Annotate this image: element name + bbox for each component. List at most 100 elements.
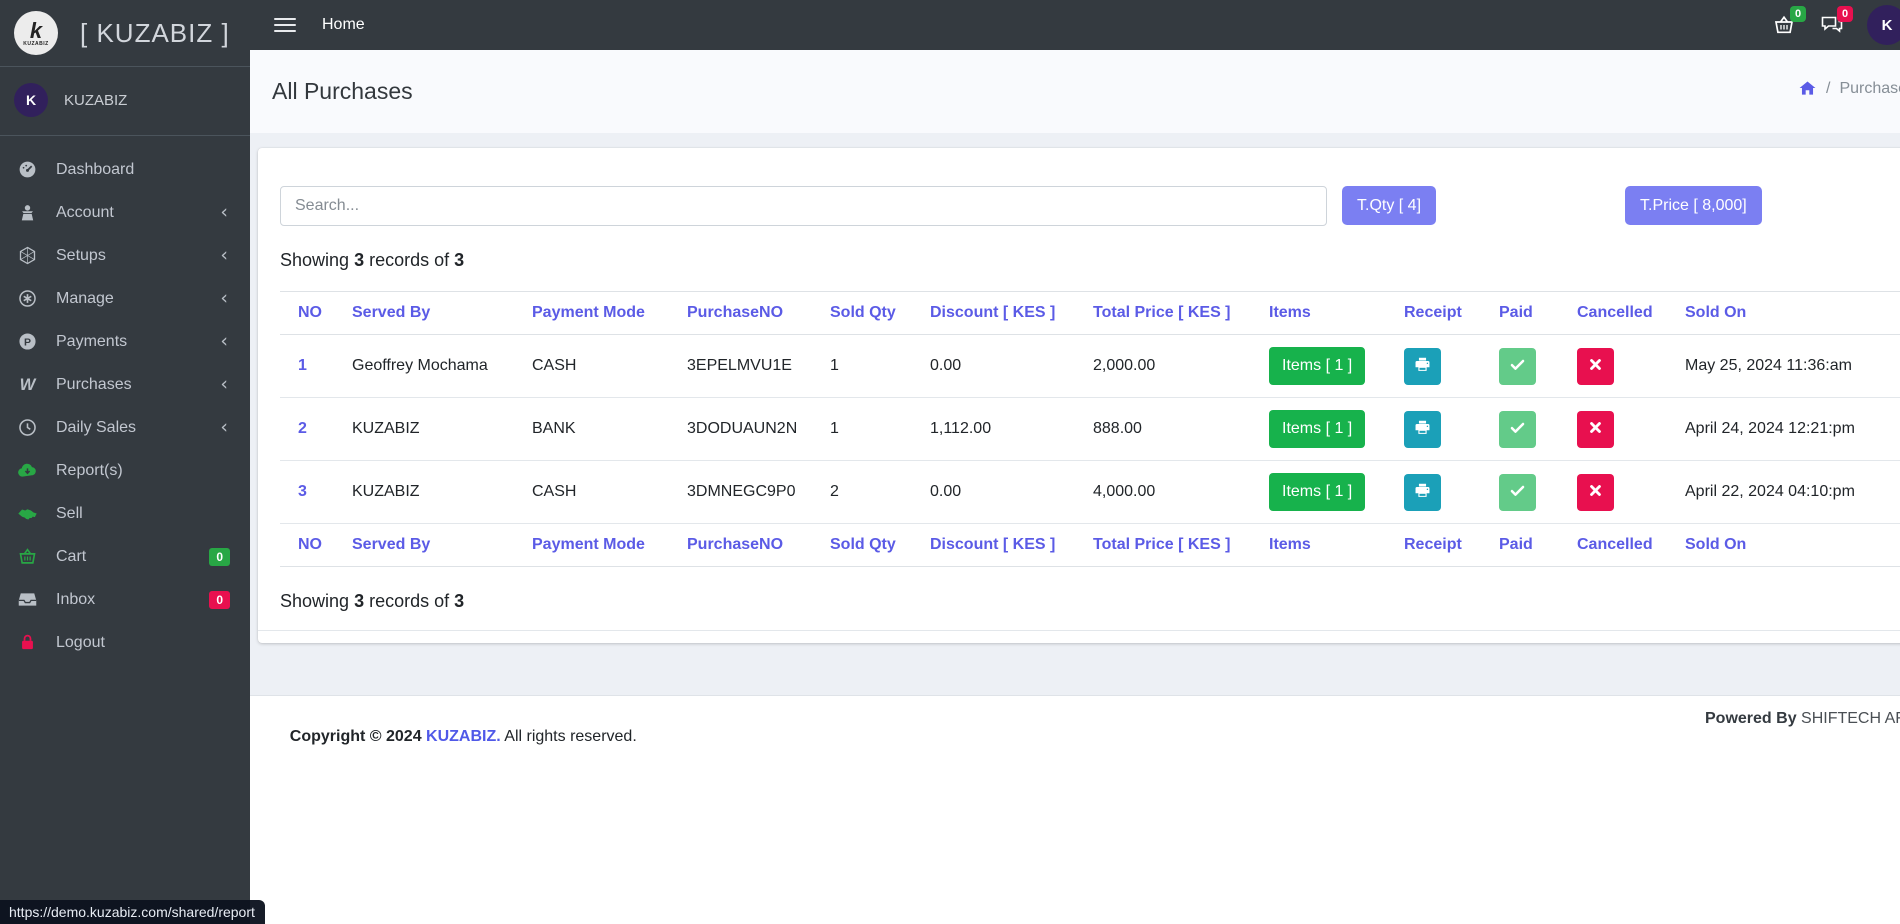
cancelled-button[interactable] — [1577, 347, 1614, 385]
basket-icon — [16, 546, 38, 568]
column-header-sold-qty: Sold Qty — [830, 304, 896, 321]
sidebar-item-payments[interactable]: P Payments ‹ — [0, 320, 250, 363]
hexagon-icon — [16, 245, 38, 267]
receipt-button[interactable] — [1404, 473, 1441, 511]
records-summary-top: Showing 3 records of 3 — [280, 250, 465, 270]
main-footer: Copyright © 2024 KUZABIZ. All rights res… — [250, 695, 1900, 924]
powered-by: Powered By SHIFTECH AFRICA — [1705, 710, 1900, 727]
sidebar-item-sell[interactable]: Sell — [0, 492, 250, 535]
top-navbar: Home 0 0 K — [250, 0, 1900, 50]
purchases-table: NO Served By Payment Mode PurchaseNO Sold Qt… — [280, 291, 1900, 567]
chevron-left-icon: ‹ — [220, 287, 228, 309]
svg-text:P: P — [23, 336, 30, 348]
total-price-value: 4,000.00 — [1093, 483, 1156, 500]
cancelled-button[interactable] — [1577, 410, 1614, 448]
nav-home-link[interactable]: Home — [322, 16, 365, 34]
basket-badge: 0 — [1790, 6, 1807, 23]
x-icon — [1586, 355, 1605, 377]
column-header-payment-mode: Payment Mode — [532, 536, 645, 553]
hamburger-menu-icon[interactable] — [274, 14, 296, 36]
sidebar-item-purchases[interactable]: W Purchases ‹ — [0, 363, 250, 406]
paid-button[interactable] — [1499, 410, 1536, 448]
check-icon — [1508, 481, 1527, 503]
card-divider — [258, 630, 1900, 631]
column-header-paid: Paid — [1499, 536, 1533, 553]
chevron-left-icon: ‹ — [220, 373, 228, 395]
purchases-card: T.Qty [ 4] T.Price [ 8,000] Showing 3 re… — [258, 148, 1900, 643]
paid-button[interactable] — [1499, 473, 1536, 511]
total-qty-button[interactable]: T.Qty [ 4] — [1342, 186, 1437, 225]
sidebar-item-inbox[interactable]: Inbox 0 — [0, 578, 250, 621]
sold-on-value: April 22, 2024 04:10:pm — [1685, 483, 1855, 500]
column-header-sold-qty: Sold Qty — [830, 536, 896, 553]
check-icon — [1508, 418, 1527, 440]
sidebar-item-label: Report(s) — [56, 461, 123, 479]
column-header-purchaseno: PurchaseNO — [687, 536, 784, 553]
sidebar-item-cart[interactable]: Cart 0 — [0, 535, 250, 578]
home-icon[interactable] — [1798, 79, 1817, 98]
printer-icon — [1413, 481, 1432, 503]
sidebar-item-report-s[interactable]: Report(s) — [0, 449, 250, 492]
row-number: 1 — [298, 357, 307, 374]
w-icon: W — [16, 374, 38, 396]
cancelled-button[interactable] — [1577, 473, 1614, 511]
table-footer-row: NO Served By Payment Mode PurchaseNO Sold Qt… — [280, 524, 1900, 567]
payment-mode-value: BANK — [532, 420, 576, 437]
items-button[interactable]: Items [ 1 ] — [1269, 410, 1366, 448]
paid-button[interactable] — [1499, 347, 1536, 385]
sidebar-item-label: Logout — [56, 633, 105, 651]
content-header: All Purchases / Purchases — [250, 50, 1900, 133]
column-header-no: NO — [298, 304, 322, 321]
served-by-value: Geoffrey Mochama — [352, 357, 488, 374]
cloud-download-icon — [16, 460, 38, 482]
sidebar-item-daily-sales[interactable]: Daily Sales ‹ — [0, 406, 250, 449]
page-title: All Purchases — [272, 78, 413, 104]
sidebar-item-setups[interactable]: Setups ‹ — [0, 234, 250, 277]
user-avatar[interactable]: K — [14, 83, 48, 117]
breadcrumb: / Purchases — [1798, 79, 1900, 98]
sidebar-menu: Dashboard Account ‹ Setups ‹ Manage ‹ P Payments… — [0, 136, 250, 664]
items-button[interactable]: Items [ 1 ] — [1269, 347, 1366, 385]
sidebar-item-label: Dashboard — [56, 160, 135, 178]
total-price-value: 888.00 — [1093, 420, 1142, 437]
sidebar-item-label: Purchases — [56, 375, 132, 393]
sidebar-item-label: Payments — [56, 332, 128, 350]
toolbar: T.Qty [ 4] T.Price [ 8,000] — [280, 186, 1900, 226]
chat-badge: 0 — [1837, 6, 1854, 23]
gauge-icon — [16, 159, 38, 181]
discount-value: 0.00 — [930, 483, 962, 500]
column-header-items: Items — [1269, 536, 1311, 553]
sidebar-item-account[interactable]: Account ‹ — [0, 191, 250, 234]
sidebar-item-dashboard[interactable]: Dashboard — [0, 148, 250, 191]
sidebar-item-label: Inbox — [56, 590, 96, 608]
receipt-button[interactable] — [1404, 410, 1441, 448]
column-header-total-price-kes: Total Price [ KES ] — [1093, 304, 1231, 321]
total-price-button[interactable]: T.Price [ 8,000] — [1625, 186, 1762, 225]
sidebar-item-manage[interactable]: Manage ‹ — [0, 277, 250, 320]
served-by-value: KUZABIZ — [352, 483, 420, 500]
sidebar-item-logout[interactable]: Logout — [0, 621, 250, 664]
column-header-receipt: Receipt — [1404, 304, 1462, 321]
purchase-no-value: 3EPELMVU1E — [687, 357, 792, 374]
column-header-cancelled: Cancelled — [1577, 536, 1653, 553]
x-icon — [1586, 418, 1605, 440]
navbar-avatar[interactable]: K — [1867, 5, 1900, 45]
breadcrumb-current: Purchases — [1839, 79, 1900, 97]
brand[interactable]: k KUZABIZ [ KUZABIZ ] — [0, 0, 250, 67]
table-row: 1 Geoffrey Mochama CASH 3EPELMVU1E 1 0.00 2,00… — [280, 335, 1900, 398]
chevron-left-icon: ‹ — [220, 244, 228, 266]
inbox-icon — [16, 589, 38, 611]
lock-icon — [16, 632, 38, 654]
table-header-row: NO Served By Payment Mode PurchaseNO Sold Qt… — [280, 291, 1900, 335]
items-button[interactable]: Items [ 1 ] — [1269, 473, 1366, 511]
row-number: 2 — [298, 420, 307, 437]
clock-icon — [16, 417, 38, 439]
records-summary-bottom: Showing 3 records of 3 — [280, 591, 465, 611]
footer-brand-link[interactable]: KUZABIZ. — [426, 728, 501, 745]
search-input[interactable] — [280, 186, 1327, 226]
receipt-button[interactable] — [1404, 347, 1441, 385]
purchase-no-value: 3DODUAUN2N — [687, 420, 798, 437]
sidebar-item-badge: 0 — [209, 547, 230, 566]
chevron-left-icon: ‹ — [220, 416, 228, 438]
brand-title: [ KUZABIZ ] — [80, 17, 230, 48]
